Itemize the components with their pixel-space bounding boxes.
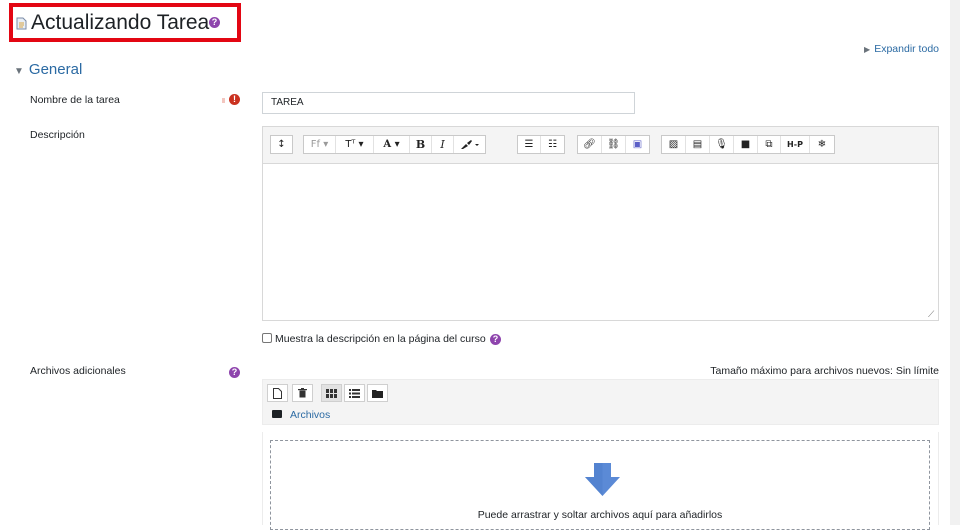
delete-icon[interactable] [292, 384, 313, 402]
media-icon[interactable]: ▤ [686, 136, 710, 153]
caret-right-icon: ▶ [864, 45, 871, 54]
bold-button[interactable]: B [410, 136, 432, 153]
trash-icon [298, 388, 307, 398]
folder-breadcrumb[interactable]: Archivos [272, 409, 330, 421]
folder-name: Archivos [290, 409, 331, 421]
add-file-icon[interactable] [267, 384, 288, 402]
help-icon[interactable]: ? [229, 367, 240, 378]
tree-view-icon[interactable] [367, 384, 388, 402]
drop-hint-text: Puede arrastrar y soltar archivos aquí p… [477, 509, 723, 521]
assignment-icon [16, 17, 27, 30]
toolbar-group-format: Ff ▾ Tᵀ ▾ A ▾ B I [303, 135, 486, 154]
help-icon[interactable]: ? [209, 17, 220, 28]
link-icon[interactable]: 🔗︎ [578, 136, 602, 153]
task-name-label: Nombre de la tarea [30, 94, 120, 106]
editor-toolbar: ↕ Ff ▾ Tᵀ ▾ A ▾ B I ☰ ☷ 🔗︎ ⛓ ▣ ▨ ▤ 🎙︎ ■ … [262, 126, 939, 164]
description-label: Descripción [30, 129, 85, 141]
brush-icon [460, 139, 479, 149]
file-manager-toolbar [262, 379, 939, 425]
unordered-list-icon[interactable]: ☰ [518, 136, 541, 153]
show-description-checkbox[interactable] [262, 333, 272, 343]
video-camera-icon[interactable]: ■ [734, 136, 758, 153]
ordered-list-icon[interactable]: ☷ [541, 136, 564, 153]
max-file-size-text: Tamaño máximo para archivos nuevos: Sin … [710, 365, 939, 377]
resize-handle-icon[interactable]: ⟋ [928, 309, 934, 320]
page-scrollbar[interactable] [950, 0, 960, 525]
list-icon [349, 388, 360, 398]
highlight-color-button[interactable] [454, 136, 485, 153]
show-description-label: Muestra la descripción en la página del … [275, 333, 486, 345]
help-icon[interactable]: ? [490, 334, 501, 345]
additional-files-label: Archivos adicionales [30, 365, 126, 377]
toolbar-group-links: 🔗︎ ⛓ ▣ [577, 135, 650, 154]
italic-button[interactable]: I [432, 136, 454, 153]
expand-all-link[interactable]: ▶ Expandir todo [864, 43, 939, 55]
list-view-icon[interactable] [344, 384, 365, 402]
folder-icon [272, 410, 282, 418]
grid-icon [326, 388, 337, 398]
page-title: Actualizando Tarea [31, 11, 210, 34]
grid-view-icon[interactable] [321, 384, 342, 402]
microphone-icon[interactable]: 🎙︎ [710, 136, 734, 153]
required-marker [222, 98, 225, 103]
font-size-button[interactable]: Tᵀ ▾ [336, 136, 374, 153]
caret-down-icon: ▼ [14, 66, 24, 77]
section-general-label: General [28, 61, 83, 78]
toolbar-group-toggle: ↕ [270, 135, 293, 154]
download-arrow-icon [585, 463, 620, 496]
section-general-toggle[interactable]: ▼ General [14, 61, 82, 78]
h5p-button[interactable]: H-P [781, 136, 810, 153]
unlink-icon[interactable]: ⛓ [602, 136, 626, 153]
file-outline-icon [273, 387, 282, 399]
required-icon: ! [229, 94, 240, 105]
font-family-button[interactable]: Ff ▾ [304, 136, 336, 153]
expand-all-label: Expandir todo [874, 43, 939, 55]
image-icon[interactable]: ▨ [662, 136, 686, 153]
manage-files-icon[interactable]: ⧉ [758, 136, 781, 153]
folder-icon [372, 389, 383, 398]
toolbar-group-lists: ☰ ☷ [517, 135, 565, 154]
show-more-icon[interactable]: ↕ [271, 136, 292, 153]
task-name-input[interactable]: TAREA [262, 92, 635, 114]
font-color-button[interactable]: A ▾ [374, 136, 410, 153]
teams-icon[interactable]: ▣ [626, 136, 649, 153]
description-editor[interactable] [262, 164, 939, 321]
accessibility-checker-icon[interactable]: ❄ [810, 136, 834, 153]
toolbar-group-media: ▨ ▤ 🎙︎ ■ ⧉ H-P ❄ [661, 135, 835, 154]
